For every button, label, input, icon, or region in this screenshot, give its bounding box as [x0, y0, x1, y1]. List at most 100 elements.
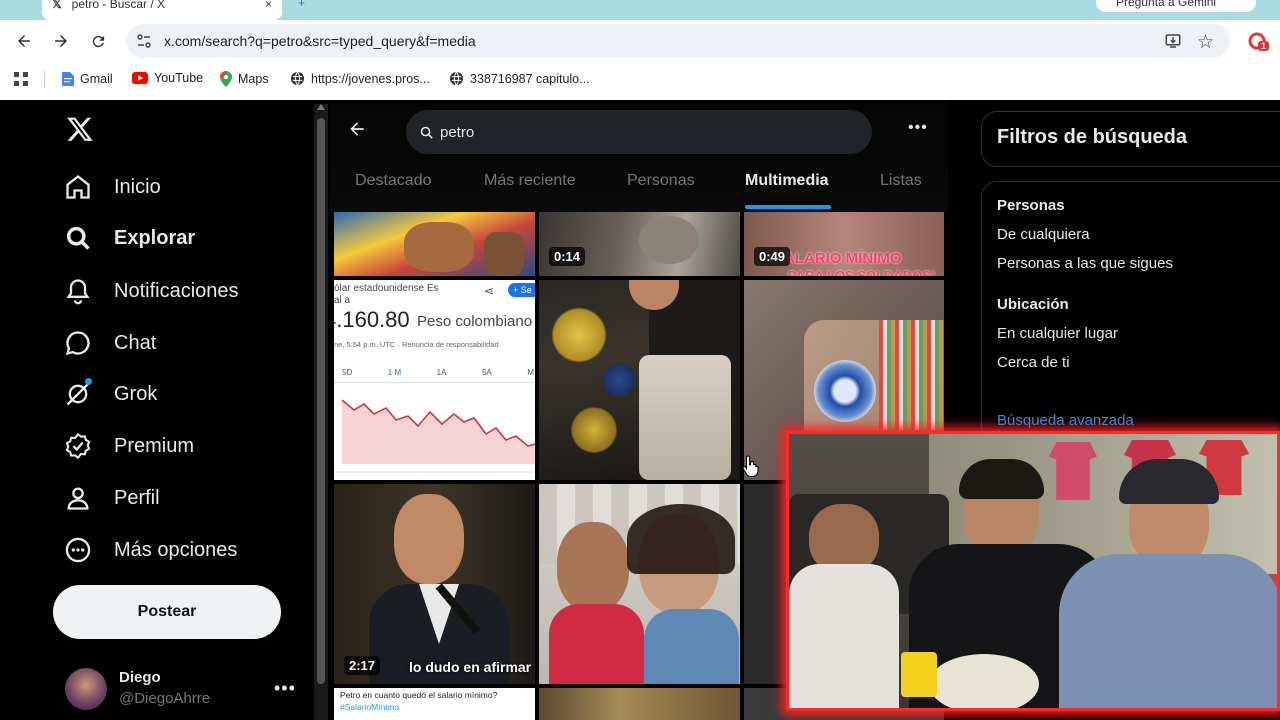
filter-location-near[interactable]: Cerca de ti [997, 354, 1070, 371]
media-tile-exchange-chart[interactable]: ólar estadounidense Es al a ⋖ + Se 4.160… [334, 280, 535, 480]
extension-icon[interactable]: 1 [1248, 32, 1270, 54]
tweet-screenshot-hashtag: #SalarioMínimo [340, 702, 400, 712]
account-menu-icon[interactable]: ••• [274, 678, 296, 699]
follow-chip: + Se [508, 283, 535, 297]
media-tile[interactable] [539, 280, 740, 480]
sidebar-item-label: Explorar [114, 226, 196, 249]
bookmark-jovenes[interactable]: https://jovenes.pros... [290, 71, 430, 86]
close-tab-icon[interactable]: × [265, 0, 272, 10]
sidebar-item-inicio[interactable]: Inicio [64, 167, 161, 207]
youtube-icon [132, 72, 148, 84]
sidebar-item-label: Más opciones [114, 538, 238, 561]
video-duration: 0:14 [549, 247, 586, 266]
media-tile[interactable] [539, 484, 740, 684]
range-m: M [527, 368, 534, 377]
hand-cursor-icon [742, 455, 760, 482]
person-icon [67, 487, 89, 510]
chat-icon [65, 331, 90, 356]
install-app-icon[interactable] [1164, 32, 1182, 55]
reload-icon [92, 35, 104, 47]
tab-personas[interactable]: Personas [627, 172, 695, 210]
bookmark-capitulo[interactable]: 338716987 capitulo... [449, 71, 590, 86]
sidebar-item-explorar[interactable]: Explorar [64, 218, 195, 258]
share-icon: ⋖ [484, 284, 495, 298]
apps-grid-icon[interactable] [13, 71, 29, 92]
post-button[interactable]: Postear [53, 585, 281, 639]
filter-location-anywhere[interactable]: En cualquier lugar [997, 325, 1118, 342]
more-circle-icon [65, 537, 91, 563]
video-tile[interactable]: 0:14 [539, 212, 740, 276]
x-logo-icon[interactable] [66, 115, 94, 148]
bookmark-star-icon[interactable]: ☆ [1197, 31, 1214, 54]
search-icon [419, 125, 434, 145]
sidebar-item-mas-opciones[interactable]: Más opciones [64, 530, 237, 570]
back-button[interactable] [11, 28, 37, 54]
bookmark-label: YouTube [154, 71, 204, 85]
advanced-search-link[interactable]: Búsqueda avanzada [997, 412, 1134, 429]
filter-people-following[interactable]: Personas a las que sigues [997, 255, 1173, 272]
video-tile[interactable]: 2:17 lo dudo en afirmar [334, 484, 535, 684]
sidebar-item-label: Premium [114, 434, 195, 457]
bookmark-youtube[interactable]: YouTube [132, 71, 203, 85]
media-tile[interactable] [334, 212, 535, 276]
video-tile[interactable]: ALARIO MÍNIMO PARA LOS SOLDADOS! 0:49 [744, 212, 944, 276]
scroll-up-icon[interactable] [317, 104, 325, 110]
range-5a: 5A [481, 368, 492, 377]
bookmark-gmail[interactable]: Gmail [62, 71, 113, 86]
video-duration: 0:49 [754, 247, 791, 266]
avatar[interactable] [65, 668, 107, 710]
account-name: Diego [119, 669, 161, 686]
sidebar-item-chat[interactable]: Chat [64, 323, 156, 363]
scrollbar-thumb[interactable] [317, 118, 325, 684]
arrow-right-icon [55, 35, 67, 47]
sidebar-item-perfil[interactable]: Perfil [64, 478, 160, 518]
tab-mas-reciente[interactable]: Más reciente [484, 172, 576, 210]
search-query[interactable]: petro [440, 124, 474, 141]
range-1a: 1A [436, 368, 447, 377]
new-tab-icon[interactable]: + [298, 0, 305, 9]
tab-destacado[interactable]: Destacado [355, 172, 432, 210]
browser-tab-active[interactable]: 𝕏 petro - Buscar / X × [42, 0, 282, 20]
gemini-button[interactable]: Pregunta a Gemini [1096, 0, 1256, 12]
bell-icon [66, 279, 90, 305]
account-handle: @DiegoAhrre [119, 690, 211, 707]
chart-range-tabs: 5D 1 M 1A 5A M [342, 368, 534, 377]
chart-line-1: ólar estadounidense Es [334, 283, 439, 294]
forward-button[interactable] [48, 28, 74, 54]
sidebar-item-label: Inicio [114, 175, 161, 198]
x-logo-icon: 𝕏 [52, 0, 62, 11]
media-tile[interactable]: Petro en cuanto quedó el salario mínimo?… [334, 688, 535, 720]
tab-listas[interactable]: Listas [880, 172, 922, 210]
back-arrow-icon[interactable] [347, 119, 367, 144]
media-tile[interactable] [539, 688, 740, 720]
verified-icon [65, 432, 91, 460]
search-input[interactable] [406, 110, 872, 154]
range-5d: 5D [342, 368, 353, 377]
bookmark-maps[interactable]: Maps [220, 71, 269, 87]
url-text[interactable]: x.com/search?q=petro&src=typed_query&f=m… [164, 33, 476, 49]
reload-button[interactable] [85, 28, 111, 54]
sidebar-item-label: Chat [114, 331, 157, 354]
video-duration: 2:17 [344, 656, 381, 675]
filter-people-heading: Personas [997, 197, 1065, 214]
arrow-left-icon [18, 35, 30, 47]
more-options-icon[interactable]: ••• [908, 119, 928, 137]
home-icon [66, 175, 90, 199]
grok-notification-dot [85, 378, 92, 385]
extension-badge: 1 [1258, 41, 1270, 51]
chart-price: 4.160.80 [334, 307, 410, 332]
sidebar-item-grok[interactable]: Grok [64, 374, 157, 414]
site-settings-icon[interactable] [136, 33, 152, 49]
chart-meta: ne, 5:54 p.m. UTC · Renuncia de responsa… [334, 340, 499, 349]
google-docs-icon [62, 72, 74, 86]
video-caption: lo dudo en afirmar [409, 659, 532, 675]
filter-people-anyone[interactable]: De cualquiera [997, 226, 1090, 243]
bookmark-label: Maps [238, 72, 269, 86]
search-icon [66, 226, 90, 250]
sidebar-item-premium[interactable]: Premium [64, 426, 194, 466]
bookmark-label: https://jovenes.pros... [311, 71, 430, 86]
webcam-overlay [786, 431, 1280, 711]
filter-location-heading: Ubicación [997, 296, 1069, 313]
video-caption-2: PARA LOS SOLDADOS! [788, 268, 936, 276]
sidebar-item-notificaciones[interactable]: Notificaciones [64, 271, 239, 311]
